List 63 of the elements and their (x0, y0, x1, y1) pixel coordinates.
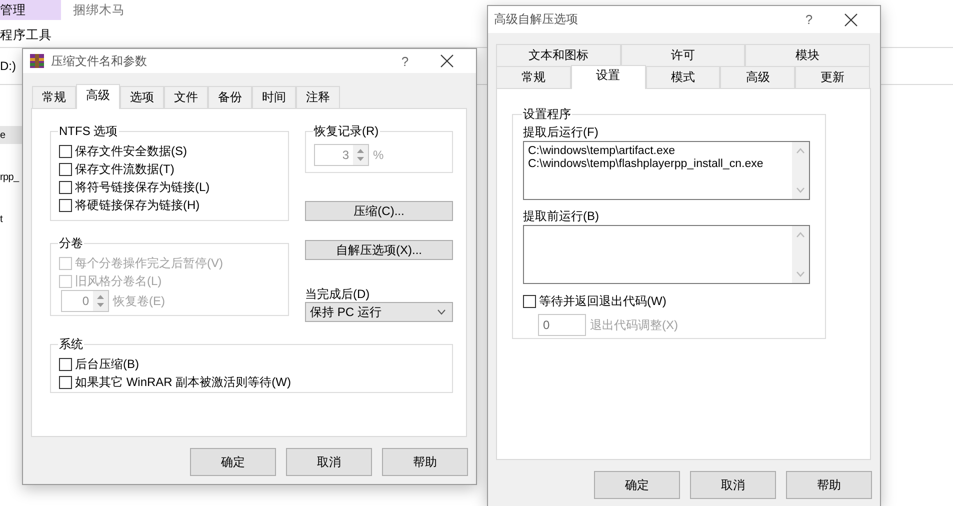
app-icon (29, 53, 45, 69)
unit-label: % (373, 148, 384, 162)
tab[interactable]: 备份 (208, 86, 252, 108)
checkbox[interactable]: 将符号链接保存为链接(L) (59, 178, 280, 196)
tab[interactable]: 选项 (120, 86, 164, 108)
tab[interactable]: 时间 (252, 86, 296, 108)
field-label: 退出代码调整(X) (590, 316, 678, 334)
compress-button[interactable]: 压缩(C)... (305, 201, 453, 221)
text-line: C:\windows\temp\flashplayerpp_install_cn.exe (528, 158, 764, 171)
tab[interactable]: 文件 (164, 86, 208, 108)
help-button[interactable]: 帮助 (382, 448, 468, 476)
tab[interactable]: 模式 (646, 66, 720, 88)
tab[interactable]: 模块 (745, 44, 870, 66)
tab[interactable]: 常规 (496, 66, 571, 88)
sfx-options-button[interactable]: 自解压选项(X)... (305, 240, 453, 260)
group-title: NTFS 选项 (58, 123, 119, 140)
field-label: 提取后运行(F) (523, 124, 600, 141)
tab[interactable]: 注释 (296, 86, 340, 108)
checkbox[interactable]: 保存文件流数据(T) (59, 160, 280, 178)
tab[interactable]: 常规 (32, 86, 76, 108)
file-name[interactable]: e (0, 126, 22, 144)
ribbon-tab[interactable]: 管理 (0, 0, 61, 20)
window-title: 高级自解压选项 (494, 11, 579, 28)
checkbox[interactable]: 如果其它 WinRAR 副本被激活则等待(W) (59, 373, 444, 391)
scroll-bar[interactable] (792, 226, 809, 283)
tab[interactable]: 文本和图标 (496, 44, 621, 66)
field-label: 当完成后(D) (305, 286, 371, 302)
tab[interactable]: 设置 (570, 65, 646, 89)
group-title: 系统 (58, 336, 84, 353)
ok-button[interactable]: 确定 (190, 448, 276, 476)
dropdown[interactable]: 保持 PC 运行 (305, 302, 453, 322)
scroll-bar[interactable] (792, 142, 809, 199)
ok-button[interactable]: 确定 (594, 471, 680, 499)
checkbox[interactable]: 等待并返回退出代码(W) (523, 292, 815, 310)
cancel-button[interactable]: 取消 (690, 471, 776, 499)
group-title: 设置程序 (522, 106, 572, 123)
field-label: 恢复卷(E) (113, 292, 165, 310)
close-icon[interactable] (844, 12, 858, 26)
window-title: 捆绑木马 (72, 2, 125, 18)
address-text: D:) (0, 59, 16, 73)
group-title: 恢复记录(R) (313, 123, 380, 140)
chevron-icon (437, 309, 446, 315)
window-title: 压缩文件名和参数 (51, 52, 148, 70)
help-button[interactable]: ? (794, 12, 824, 27)
file-name[interactable]: t (0, 210, 22, 228)
text-area[interactable] (523, 225, 810, 284)
checkbox[interactable]: 后台压缩(B) (59, 355, 444, 373)
ribbon-tab[interactable]: 程序工具 (0, 25, 61, 45)
text-line: C:\windows\temp\artifact.exe (528, 145, 676, 158)
file-name[interactable]: rpp_ (0, 168, 22, 186)
help-button[interactable]: ? (390, 54, 420, 68)
checkbox[interactable]: 将硬链接保存为链接(H) (59, 196, 280, 214)
tab[interactable]: 高级 (720, 66, 796, 88)
close-icon[interactable] (440, 54, 454, 68)
tab[interactable]: 许可 (620, 44, 746, 66)
tab[interactable]: 更新 (795, 66, 870, 88)
group-title: 分卷 (58, 235, 84, 252)
tab[interactable]: 高级 (76, 84, 120, 109)
checkbox[interactable]: 保存文件安全数据(S) (59, 142, 280, 160)
cancel-button[interactable]: 取消 (286, 448, 372, 476)
help-button[interactable]: 帮助 (786, 471, 872, 499)
text-area[interactable]: C:\windows\temp\artifact.exe C:\windows\temp\flashplayerpp_install_cn.exe (523, 141, 810, 200)
field-label: 提取前运行(B) (523, 208, 600, 225)
